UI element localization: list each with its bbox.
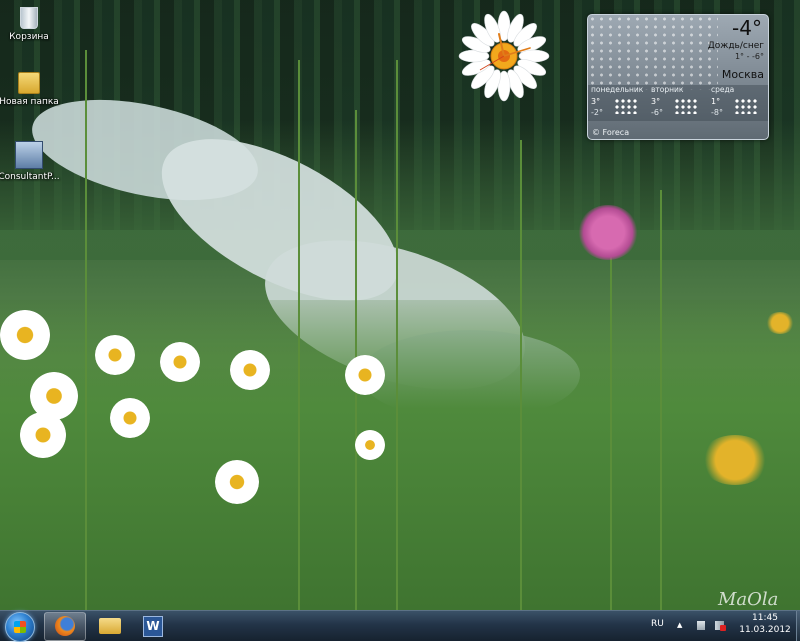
daisy-flower <box>95 335 135 375</box>
clock-gadget[interactable] <box>458 10 550 102</box>
yellow-flowers <box>765 312 795 334</box>
folder-icon <box>99 618 121 634</box>
desktop-background: Корзина Новая папка ConsultantP... -4° Д… <box>0 0 800 610</box>
daisy-flower <box>230 350 270 390</box>
show-desktop-button[interactable] <box>796 611 800 641</box>
firefox-icon <box>55 616 75 636</box>
language-indicator[interactable]: RU <box>651 619 664 629</box>
desktop-icon-consultant[interactable]: ConsultantP... <box>0 141 66 182</box>
weather-gadget[interactable]: -4° Дождь/снег 1° - -6° Москва понедельн… <box>587 14 769 140</box>
start-button[interactable] <box>5 612 35 642</box>
taskbar-explorer-button[interactable] <box>90 612 130 639</box>
desktop-icon-recycle-bin[interactable]: Корзина <box>0 4 66 42</box>
snow-icon <box>674 98 698 114</box>
grass-stalk <box>660 190 662 610</box>
daisy-flower <box>0 310 50 360</box>
forecast-high: 3° <box>591 97 601 106</box>
weather-condition: Дождь/снег <box>707 41 764 51</box>
folder-icon <box>18 72 40 94</box>
desktop-icon-label: Новая папка <box>0 97 59 107</box>
clock-date: 11.03.2012 <box>739 625 791 635</box>
forecast-low: -2° <box>591 108 603 117</box>
taskbar: W RU ▲ 11:45 11.03.2012 <box>0 610 800 642</box>
daisy-flower <box>215 460 259 504</box>
grass-stalk <box>396 60 398 610</box>
weather-temperature: -4° <box>732 16 762 40</box>
yellow-flowers <box>700 435 770 485</box>
forecast-low: -8° <box>711 108 723 117</box>
watermark: MaOla <box>718 589 779 610</box>
desktop-icon-label: Корзина <box>9 32 49 42</box>
word-icon: W <box>143 616 163 637</box>
system-clock[interactable]: 11:45 11.03.2012 <box>735 613 795 635</box>
daisy-flower <box>20 412 66 458</box>
snow-background <box>588 15 718 90</box>
daisy-flower <box>345 355 385 395</box>
snow-icon <box>614 98 638 114</box>
pink-flower <box>578 205 638 260</box>
desktop-icon-new-folder[interactable]: Новая папка <box>0 72 66 107</box>
forecast-day: вторник 3° -6° <box>648 85 708 121</box>
grass-stalk <box>298 60 300 610</box>
clock-time: 11:45 <box>752 613 778 623</box>
windows-logo-icon <box>14 621 26 633</box>
grass-stalk <box>610 230 612 610</box>
forecast-high: 3° <box>651 97 661 106</box>
weather-range: 1° - -6° <box>734 52 764 61</box>
daisy-flower <box>355 430 385 460</box>
forecast-day: понедельник 3° -2° <box>588 85 648 121</box>
forecast-day-name: понедельник <box>591 85 644 94</box>
weather-city: Москва <box>721 68 764 81</box>
grass-stalk <box>520 140 522 610</box>
forecast-day-name: вторник <box>651 85 684 94</box>
desktop-icon-label: ConsultantP... <box>0 172 60 182</box>
forecast-low: -6° <box>651 108 663 117</box>
show-hidden-icons-arrow[interactable]: ▲ <box>677 621 686 630</box>
weather-provider: © Foreca <box>592 128 630 137</box>
forecast-high: 1° <box>711 97 721 106</box>
snow-icon <box>734 98 758 114</box>
recycle-bin-icon <box>20 7 38 29</box>
consultant-plus-icon <box>15 141 43 169</box>
forecast-day-name: среда <box>711 85 735 94</box>
forecast-day: среда 1° -8° <box>708 85 768 121</box>
taskbar-firefox-button[interactable] <box>44 612 86 641</box>
weather-forecast: понедельник 3° -2° вторник 3° -6° среда … <box>588 85 768 121</box>
grass-stalk <box>85 50 87 610</box>
daisy-flower <box>160 342 200 382</box>
daisy-flower <box>110 398 150 438</box>
network-error-icon <box>720 625 726 631</box>
taskbar-word-button[interactable]: W <box>132 612 172 639</box>
action-center-flag-icon[interactable] <box>697 621 705 630</box>
